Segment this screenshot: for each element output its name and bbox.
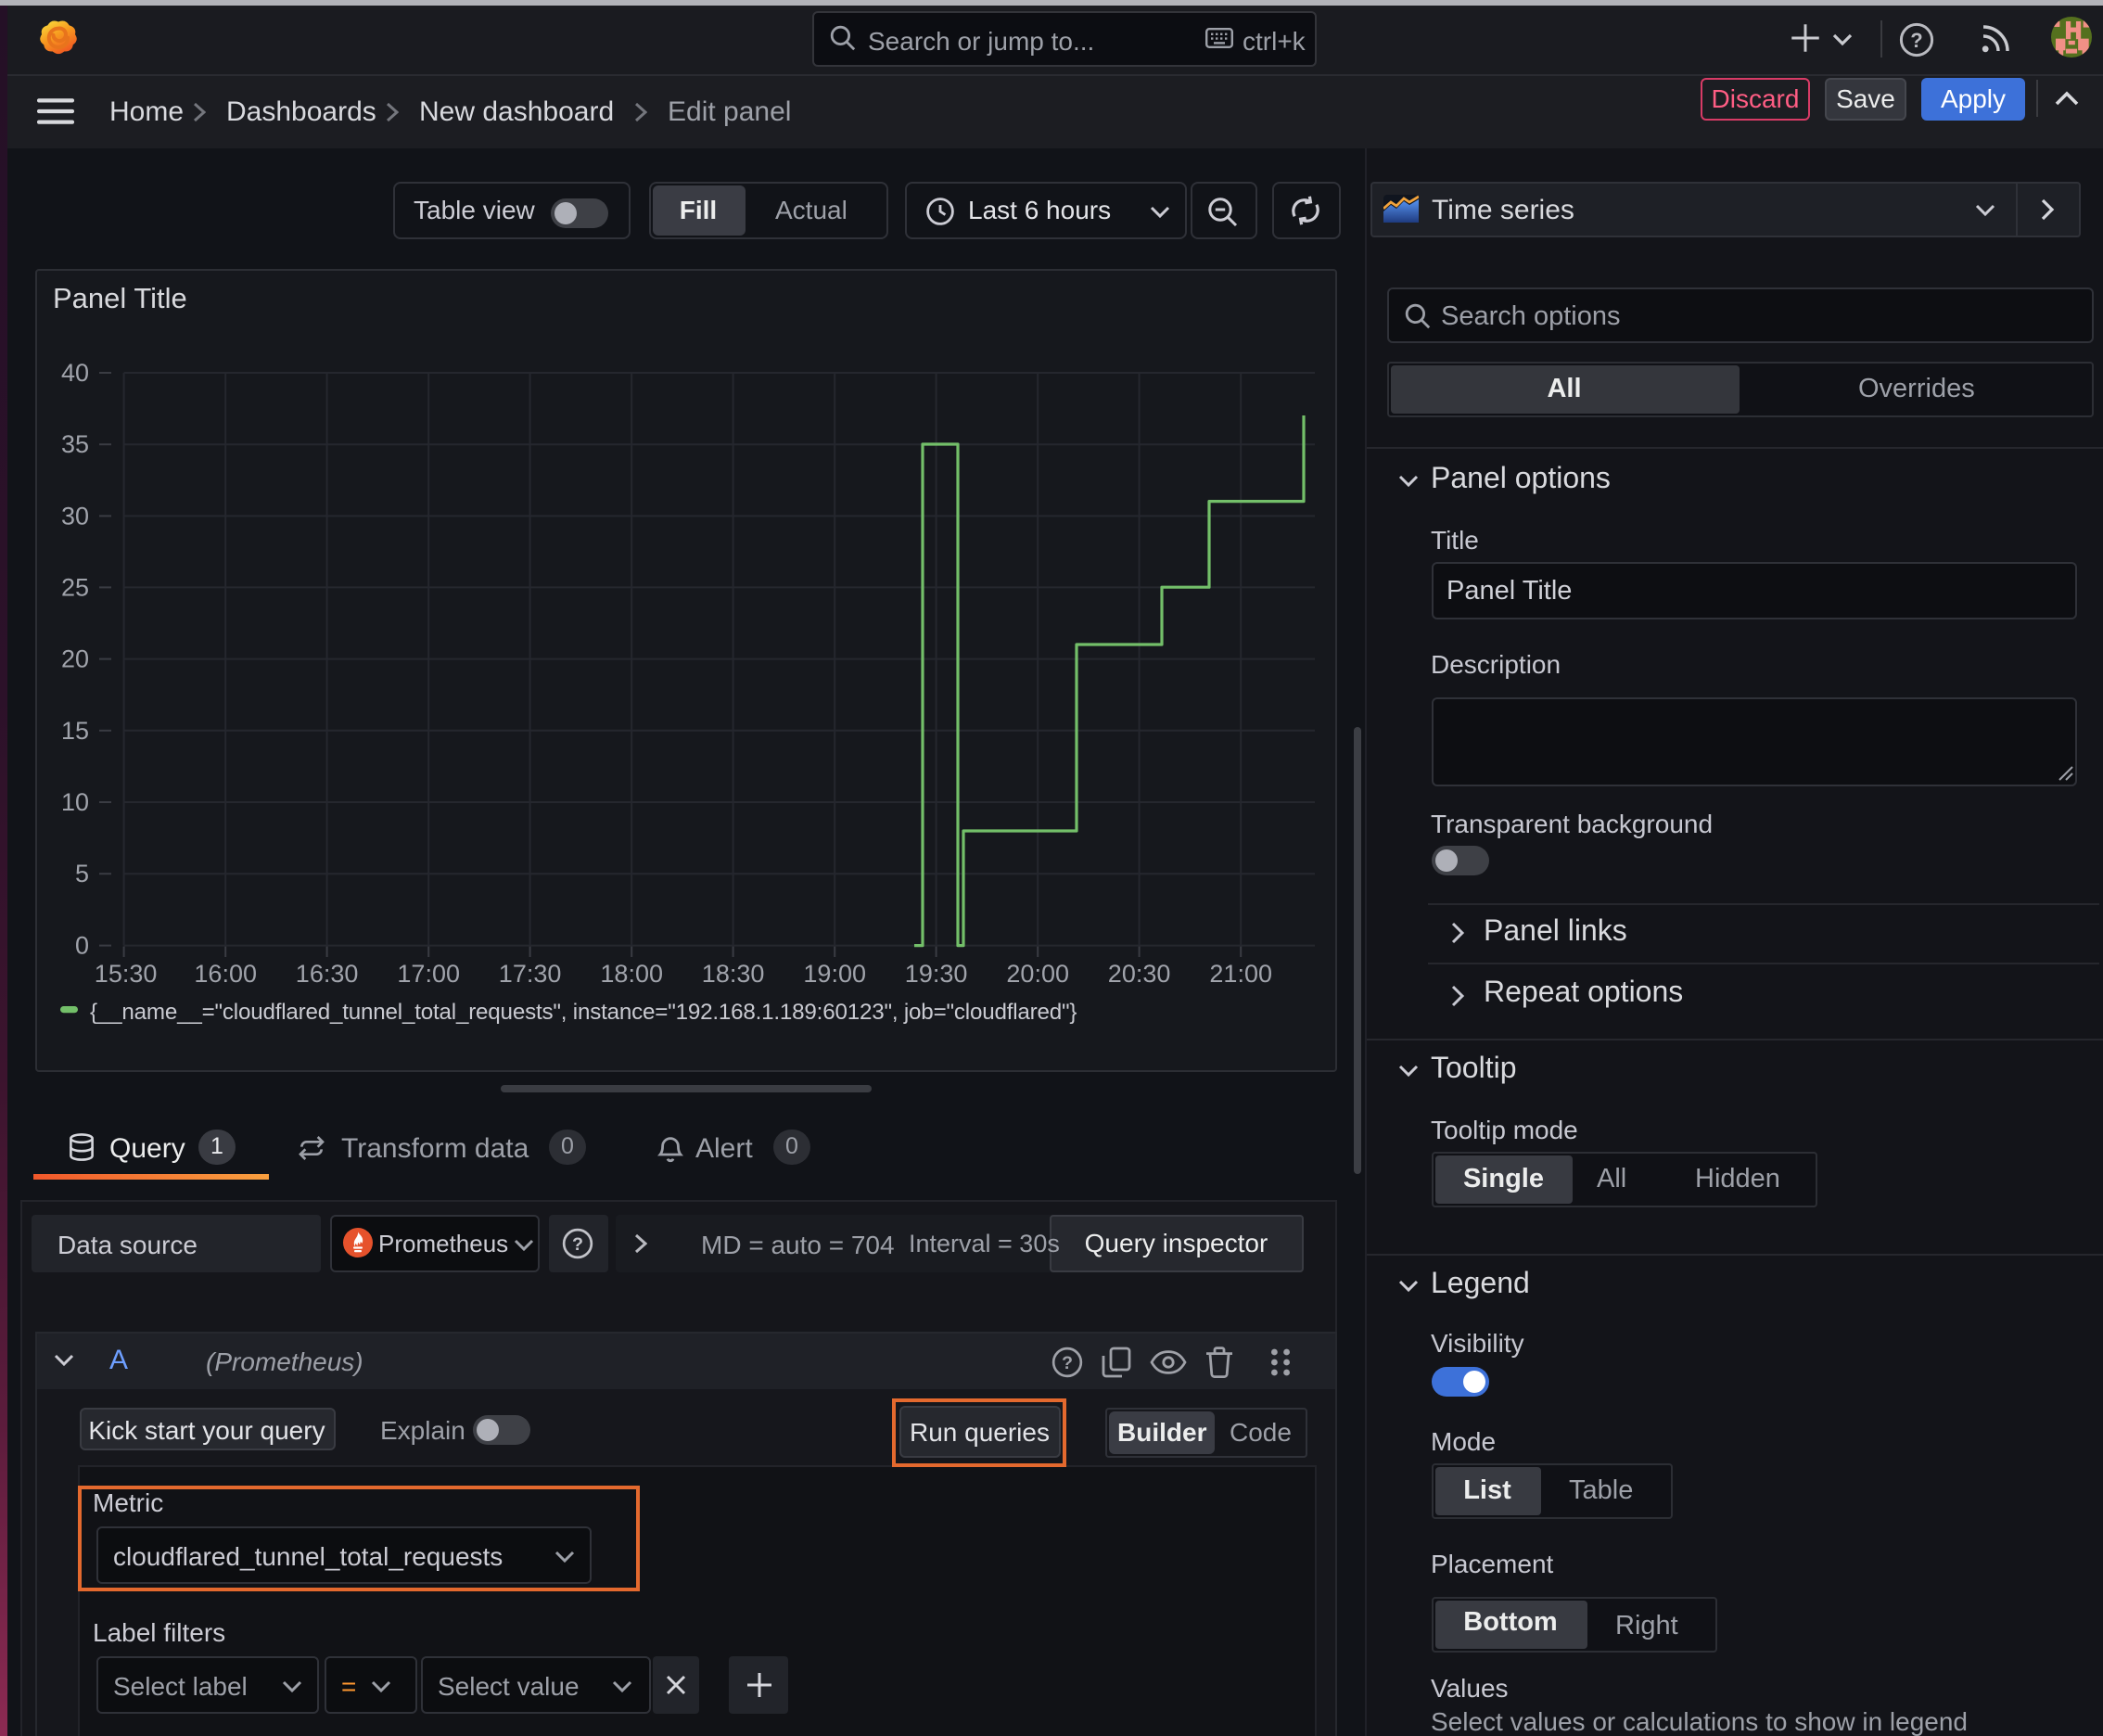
svg-text:18:00: 18:00 bbox=[599, 959, 662, 987]
svg-text:17:00: 17:00 bbox=[396, 959, 459, 987]
svg-text:5: 5 bbox=[74, 860, 88, 887]
svg-text:15: 15 bbox=[60, 716, 88, 744]
svg-text:{__name__="cloudflared_tunnel_: {__name__="cloudflared_tunnel_total_requ… bbox=[89, 999, 1076, 1024]
svg-text:20:30: 20:30 bbox=[1107, 959, 1170, 987]
svg-text:19:00: 19:00 bbox=[802, 959, 865, 987]
svg-text:16:30: 16:30 bbox=[295, 959, 358, 987]
svg-text:21:00: 21:00 bbox=[1208, 959, 1271, 987]
svg-text:40: 40 bbox=[60, 358, 88, 386]
svg-text:35: 35 bbox=[60, 430, 88, 458]
svg-text:30: 30 bbox=[60, 502, 88, 530]
svg-text:16:00: 16:00 bbox=[193, 959, 256, 987]
svg-text:19:30: 19:30 bbox=[904, 959, 967, 987]
svg-text:?: ? bbox=[1910, 29, 1922, 52]
svg-text:?: ? bbox=[1062, 1353, 1073, 1373]
svg-text:17:30: 17:30 bbox=[498, 959, 561, 987]
svg-text:15:30: 15:30 bbox=[94, 959, 157, 987]
svg-text:Panel Title: Panel Title bbox=[52, 281, 186, 313]
svg-text:0: 0 bbox=[74, 931, 88, 959]
svg-text:20:00: 20:00 bbox=[1005, 959, 1068, 987]
svg-text:10: 10 bbox=[60, 787, 88, 815]
svg-text:25: 25 bbox=[60, 573, 88, 601]
svg-text:20: 20 bbox=[60, 645, 88, 672]
svg-text:?: ? bbox=[572, 1234, 583, 1255]
svg-text:18:30: 18:30 bbox=[701, 959, 764, 987]
